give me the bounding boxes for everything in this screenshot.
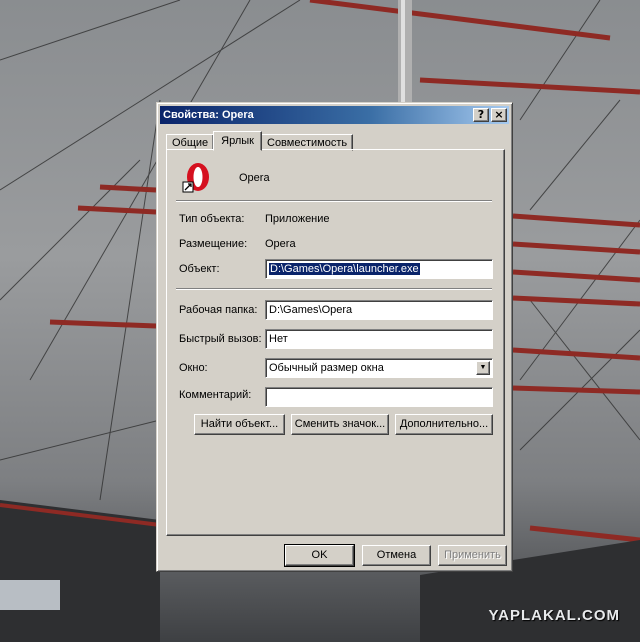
window-label: Окно:: [179, 362, 208, 374]
hotkey-label: Быстрый вызов:: [179, 333, 262, 345]
divider: [176, 288, 492, 290]
tab-shortcut[interactable]: Ярлык: [213, 131, 262, 151]
location-value: Opera: [265, 238, 296, 250]
title-bar[interactable]: Свойства: Opera ? ×: [160, 106, 509, 124]
window-title: Свойства: Opera: [163, 109, 254, 121]
change-icon-button[interactable]: Сменить значок...: [291, 414, 389, 435]
properties-dialog: Свойства: Opera ? × Общие Ярлык Совмести…: [156, 102, 513, 572]
comment-input[interactable]: [265, 387, 493, 407]
workdir-input[interactable]: D:\Games\Opera: [265, 300, 493, 320]
workdir-label: Рабочая папка:: [179, 304, 258, 316]
app-name: Opera: [239, 172, 270, 184]
hotkey-input[interactable]: Нет: [265, 329, 493, 349]
target-value: D:\Games\Opera\launcher.exe: [269, 263, 420, 275]
chevron-down-icon[interactable]: ▼: [476, 361, 490, 375]
target-label: Объект:: [179, 263, 220, 275]
find-target-button[interactable]: Найти объект...: [194, 414, 285, 435]
target-input[interactable]: D:\Games\Opera\launcher.exe: [265, 259, 493, 279]
apply-button[interactable]: Применить: [438, 545, 507, 566]
opera-shortcut-icon: [182, 163, 209, 193]
close-button[interactable]: ×: [491, 108, 507, 122]
type-label: Тип объекта:: [179, 213, 245, 225]
cancel-button[interactable]: Отмена: [362, 545, 431, 566]
comment-label: Комментарий:: [179, 389, 252, 401]
window-size-select[interactable]: Обычный размер окна ▼: [265, 358, 493, 378]
advanced-button[interactable]: Дополнительно...: [395, 414, 493, 435]
help-button[interactable]: ?: [473, 108, 489, 122]
tab-strip: Общие Ярлык Совместимость: [166, 131, 354, 151]
type-value: Приложение: [265, 213, 330, 225]
ok-button[interactable]: OK: [284, 544, 355, 567]
location-label: Размещение:: [179, 238, 248, 250]
watermark: YAPLAKAL.COM: [488, 607, 620, 624]
divider: [176, 200, 492, 202]
window-size-value: Обычный размер окна: [269, 362, 384, 374]
shortcut-panel: Opera Тип объекта: Приложение Размещение…: [166, 149, 505, 536]
